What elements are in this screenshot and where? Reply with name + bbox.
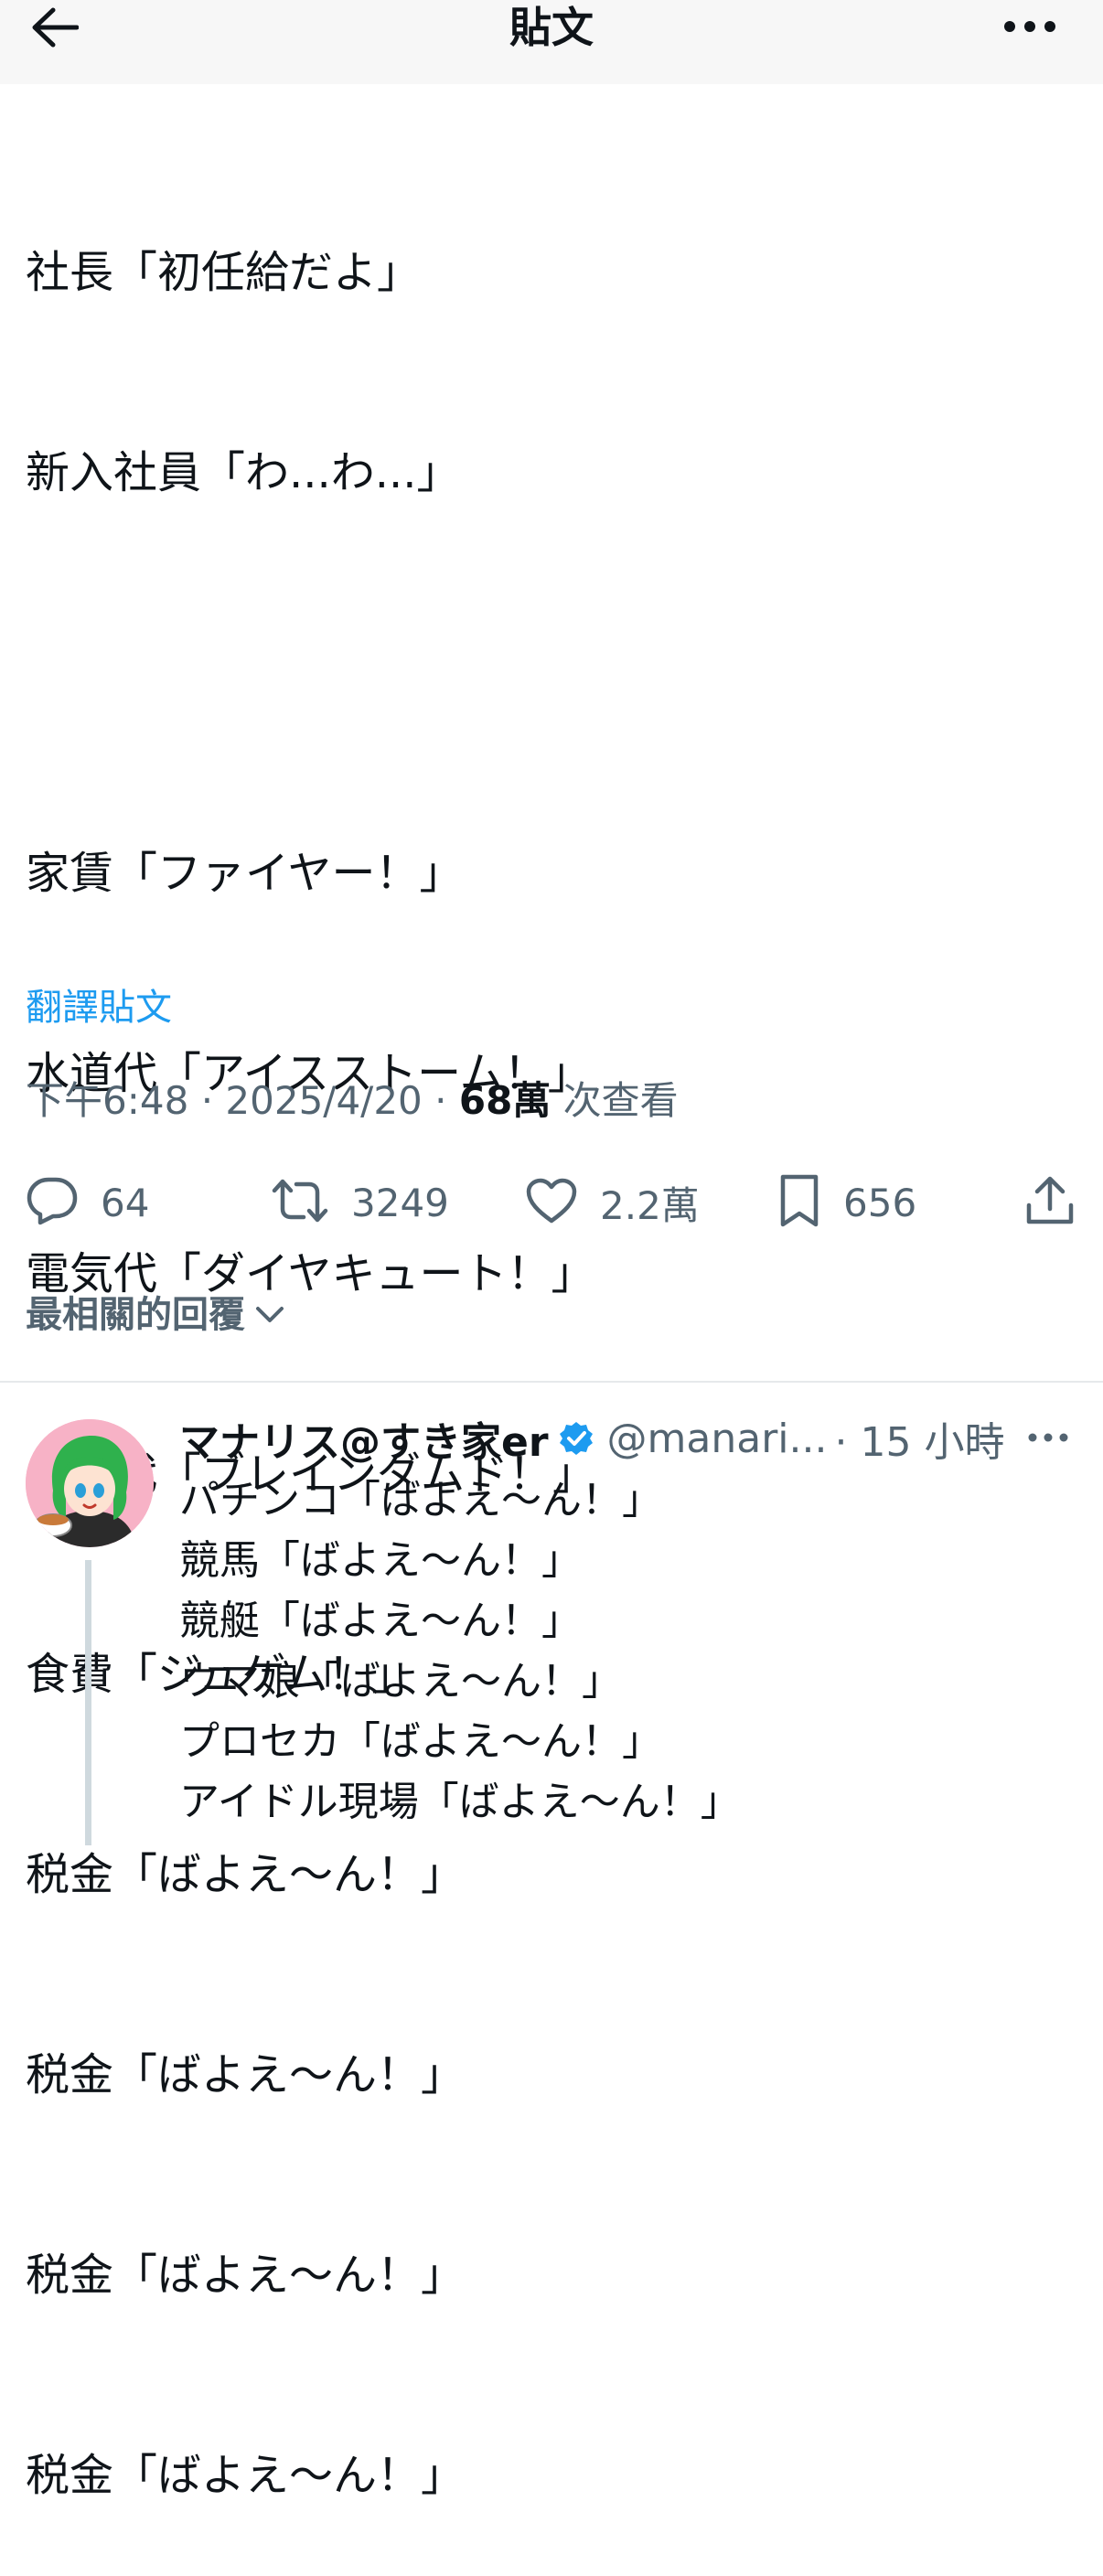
reply-count: 64: [101, 1180, 150, 1225]
views-count[interactable]: 68萬: [459, 1078, 551, 1123]
views-label: 次查看: [562, 1078, 679, 1123]
verified-badge-icon: [558, 1420, 594, 1457]
reply-header: マナリス@すき家er @manari... · 15 小時: [179, 1408, 1004, 1469]
tweet-line: 税金「ばよえ〜ん！」: [26, 2250, 466, 2301]
ellipsis-icon: [1003, 19, 1056, 37]
reply-line: アイドル現場「ばよえ〜ん！」: [179, 1779, 741, 1825]
heart-icon: [525, 1177, 578, 1228]
reply-more-button[interactable]: [1021, 1423, 1076, 1450]
retweet-count: 3249: [351, 1180, 449, 1225]
reply-author-handle[interactable]: @manari...: [607, 1416, 828, 1462]
tweet-line: 税金「ばよえ〜ん！」: [26, 1849, 466, 1900]
avatar[interactable]: [26, 1419, 154, 1547]
reply-icon: [26, 1176, 79, 1229]
translate-post-link[interactable]: 翻譯貼文: [26, 982, 172, 1033]
reply-line: プロセカ「ばよえ〜ん！」: [179, 1718, 662, 1765]
reply-author-name[interactable]: マナリス@すき家er: [179, 1409, 549, 1468]
tweet-line: 家賃「ファイヤー！」: [26, 848, 464, 899]
replies-sort-dropdown[interactable]: 最相關的回覆: [26, 1288, 285, 1342]
share-icon: [1024, 1174, 1076, 1231]
tweet-meta: 下午6:48 · 2025/4/20 · 68萬 次查看: [26, 1075, 679, 1127]
top-bar: 貼文: [0, 0, 1103, 84]
tweet-line: 新入社員「わ...わ...」: [26, 447, 461, 498]
bookmark-count: 656: [843, 1180, 917, 1225]
share-button[interactable]: [1024, 1170, 1076, 1235]
tweet-line: 税金「ばよえ〜ん！」: [26, 2450, 466, 2501]
retweet-button[interactable]: 3249: [271, 1170, 449, 1235]
chevron-down-icon: [254, 1305, 285, 1325]
meta-separator: ·: [200, 1078, 214, 1123]
reply-line: パチンコ「ばよえ〜ん！」: [179, 1477, 662, 1523]
reply-time: · 15 小時: [834, 1419, 1005, 1466]
reply-line: ウマ娘「ばよえ〜ん！」: [179, 1658, 622, 1705]
meta-separator: ·: [434, 1078, 447, 1123]
reply-line: 競馬「ばよえ〜ん！」: [179, 1537, 582, 1584]
thread-line: [85, 1560, 91, 1845]
reply-text: パチンコ「ばよえ〜ん！」 競馬「ばよえ〜ん！」 競艇「ばよえ〜ん！」 ウマ娘「ば…: [179, 1470, 1076, 1833]
section-divider: [0, 1381, 1103, 1383]
more-options-button[interactable]: [1001, 9, 1059, 46]
like-button[interactable]: 2.2萬: [525, 1170, 700, 1235]
like-count: 2.2萬: [600, 1182, 700, 1228]
bookmark-button[interactable]: 656: [777, 1170, 916, 1235]
retweet-icon: [271, 1178, 329, 1227]
reply-line: 競艇「ばよえ〜ん！」: [179, 1598, 582, 1644]
ellipsis-icon: [1028, 1428, 1068, 1446]
tweet-line: 社長「初任給だよ」: [26, 247, 422, 298]
tweet-time: 下午6:48: [26, 1078, 189, 1123]
tweet-line: [26, 640, 1077, 707]
tweet-date: 2025/4/20: [225, 1078, 423, 1123]
bookmark-icon: [777, 1173, 821, 1232]
page-title: 貼文: [509, 3, 594, 52]
tweet-line: 税金「ばよえ〜ん！」: [26, 2049, 466, 2100]
reply-button[interactable]: 64: [26, 1170, 149, 1235]
sort-label: 最相關的回覆: [26, 1294, 245, 1336]
action-bar: 64 3249 2.2萬 656: [0, 1170, 1103, 1235]
